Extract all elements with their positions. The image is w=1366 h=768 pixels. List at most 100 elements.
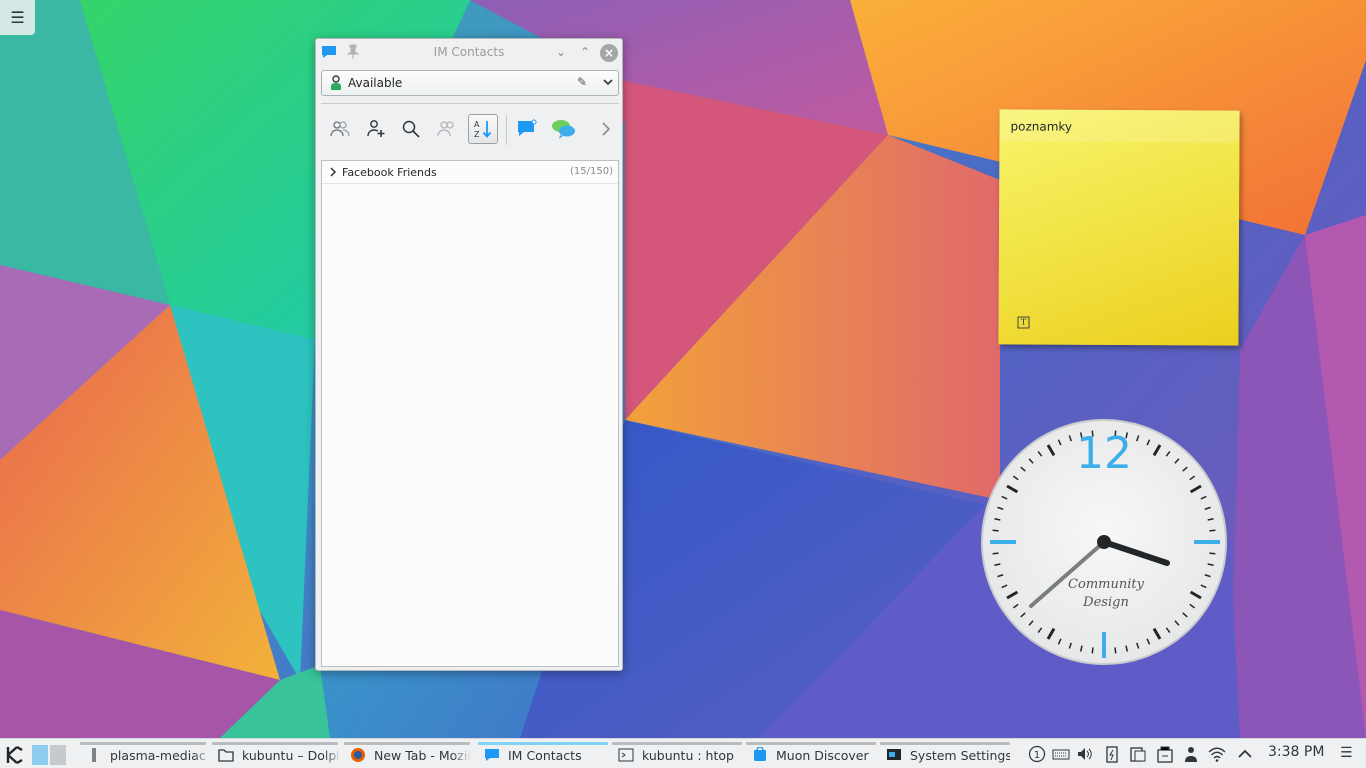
clock-tick [1114, 647, 1117, 654]
toolbar-divider [506, 115, 507, 145]
start-chat-button[interactable] [512, 114, 542, 144]
minimize-button[interactable]: ⌄ [554, 45, 568, 59]
device-notifier-icon[interactable] [1129, 745, 1147, 763]
task-plasma-mediacenter[interactable]: plasma-mediace [80, 742, 206, 768]
edit-status-icon[interactable]: ✎ [577, 75, 587, 89]
clock-tick [1209, 529, 1216, 532]
groups-button[interactable] [432, 114, 462, 144]
search-button[interactable] [396, 114, 426, 144]
task-label: plasma-mediace [110, 747, 206, 763]
window-titlebar[interactable]: IM Contacts ⌄ ⌃ × [316, 39, 622, 65]
chat-icon [485, 749, 499, 761]
task-indicator [880, 742, 1010, 745]
social-chat-button[interactable] [549, 114, 579, 144]
volume-icon[interactable] [1076, 745, 1094, 763]
task-label: IM Contacts [508, 747, 582, 763]
groups-icon [437, 121, 454, 137]
desktop-toolbox-button[interactable]: ☰ [0, 0, 35, 35]
toolbar-separator [321, 103, 619, 104]
sort-button[interactable]: A Z [468, 114, 498, 144]
notifications-icon[interactable]: 1 [1028, 745, 1046, 763]
keyboard-icon[interactable] [1052, 745, 1070, 763]
chevron-down-icon[interactable] [602, 74, 614, 90]
clock-marker-9 [990, 540, 1016, 544]
task-indicator [746, 742, 876, 745]
more-icon [602, 122, 611, 136]
task-label: Muon Discover [776, 747, 869, 763]
settings-icon [887, 749, 901, 760]
maximize-button[interactable]: ⌃ [578, 45, 592, 59]
show-offline-icon [330, 121, 350, 137]
group-count: (15/150) [570, 166, 613, 177]
clock-tick [1209, 552, 1216, 555]
digital-clock[interactable]: 3:38 PM [1268, 744, 1324, 760]
media-icon [92, 748, 96, 762]
pager-desktop-2[interactable] [50, 745, 66, 765]
clock-marker-3 [1194, 540, 1220, 544]
chevron-right-icon[interactable] [328, 165, 338, 179]
wifi-icon[interactable] [1208, 745, 1226, 763]
kde-launcher-icon[interactable] [5, 745, 25, 765]
panel-menu-icon[interactable]: ☰ [1340, 745, 1353, 761]
add-contact-icon [367, 120, 385, 137]
task-label: New Tab - Mozil [374, 747, 470, 763]
updates-icon[interactable] [1156, 745, 1174, 763]
task-im-contacts[interactable]: IM Contacts [478, 742, 608, 768]
battery-icon[interactable] [1103, 745, 1121, 763]
clock-center-pin [1097, 535, 1111, 549]
task-system-settings[interactable]: System Settings [880, 742, 1010, 768]
task-indicator [612, 742, 742, 745]
task-htop[interactable]: kubuntu : htop [612, 742, 742, 768]
clock-tick [1091, 647, 1094, 654]
task-indicator [212, 742, 338, 745]
clock-twelve-label: 12 [1076, 428, 1132, 479]
task-dolphin[interactable]: kubuntu – Dolph [212, 742, 338, 768]
task-label: kubuntu – Dolph [242, 747, 338, 763]
social-chat-icon [552, 120, 575, 139]
contact-list[interactable]: Facebook Friends (15/150) [321, 160, 619, 667]
close-button[interactable]: × [600, 44, 618, 62]
group-name: Facebook Friends [342, 166, 437, 179]
terminal-icon [618, 748, 634, 762]
clock-brand-line2: Design [1082, 595, 1129, 610]
sticky-note-widget[interactable]: poznamky T [998, 109, 1240, 346]
folder-icon [218, 749, 234, 762]
chevron-up-icon[interactable] [1236, 745, 1254, 763]
format-text-icon[interactable]: T [1017, 316, 1030, 329]
show-offline-button[interactable] [325, 114, 355, 144]
task-firefox[interactable]: New Tab - Mozil [344, 742, 470, 768]
user-switch-icon[interactable] [1182, 745, 1200, 763]
chat-icon [518, 119, 537, 136]
add-contact-button[interactable] [361, 114, 391, 144]
note-text[interactable]: poznamky [1010, 119, 1072, 133]
search-icon [402, 120, 420, 138]
task-muon-discover[interactable]: Muon Discover [746, 742, 876, 768]
task-indicator [344, 742, 470, 745]
task-label: kubuntu : htop [642, 747, 734, 763]
pager-widget[interactable] [31, 744, 68, 766]
im-contacts-window: IM Contacts ⌄ ⌃ × Available ✎ A Z Facebo… [315, 38, 623, 671]
clock-tick [992, 552, 999, 555]
svg-text:Z: Z [474, 130, 480, 139]
firefox-icon [351, 748, 365, 762]
pager-desktop-1[interactable] [32, 745, 48, 765]
notification-count: 1 [1034, 750, 1040, 761]
window-title: IM Contacts [433, 45, 505, 59]
task-label: System Settings [910, 747, 1010, 763]
person-online-icon [331, 75, 341, 90]
group-row[interactable]: Facebook Friends (15/150) [322, 161, 618, 184]
clock-tick [992, 529, 999, 532]
svg-text:A: A [474, 120, 480, 129]
task-indicator [80, 742, 206, 745]
contacts-toolbar: A Z [321, 111, 619, 149]
status-label: Available [348, 76, 403, 90]
taskbar: plasma-mediace kubuntu – Dolph New Tab -… [0, 738, 1366, 768]
more-button[interactable] [591, 114, 621, 144]
discover-icon [754, 747, 766, 761]
status-dropdown[interactable]: Available ✎ [321, 70, 619, 96]
analog-clock-widget[interactable]: 12 Community Design [980, 418, 1228, 666]
clock-brand-line1: Community [1068, 577, 1145, 592]
task-indicator [478, 742, 608, 745]
sort-az-icon: A Z [474, 120, 492, 139]
clock-marker-6 [1102, 632, 1106, 658]
